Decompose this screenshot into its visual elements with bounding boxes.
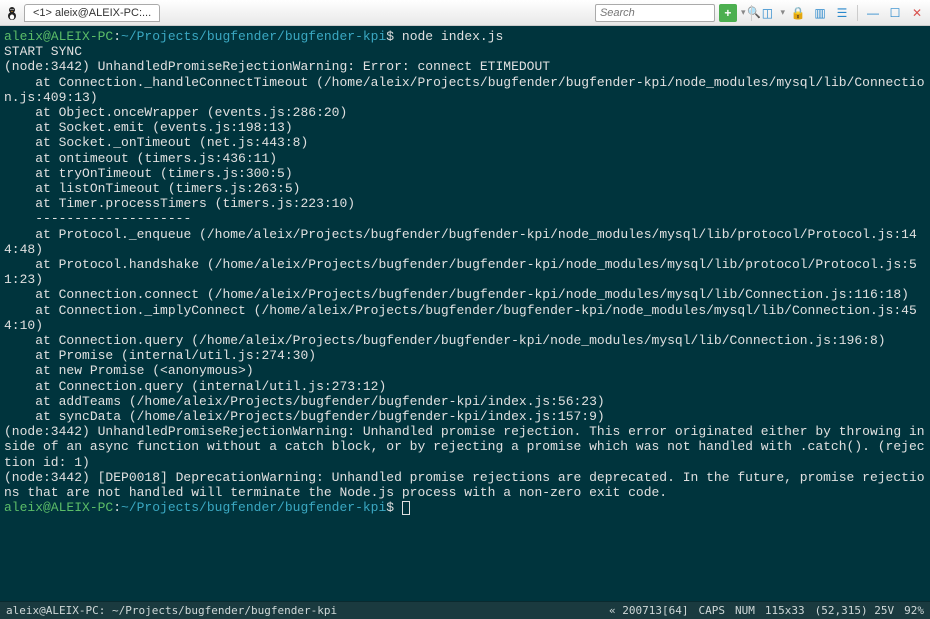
prompt-path: ~/Projects/bugfender/bugfender-kpi xyxy=(121,29,386,44)
window-titlebar: <1> aleix@ALEIX-PC:... 🔍 + ▾ ◫ ▾ 🔒 ▥ ☰ —… xyxy=(0,0,930,26)
tab-label: <1> aleix@ALEIX-PC:... xyxy=(33,7,151,19)
status-percent: 92% xyxy=(904,604,924,617)
prompt-symbol: $ xyxy=(386,500,394,515)
minimize-button[interactable]: — xyxy=(864,4,882,22)
prompt-user: aleix@ALEIX-PC xyxy=(4,29,113,44)
window-tab[interactable]: <1> aleix@ALEIX-PC:... xyxy=(24,4,160,22)
prompt-symbol: $ xyxy=(386,29,394,44)
search-box[interactable]: 🔍 xyxy=(595,4,715,22)
status-num: NUM xyxy=(735,604,755,617)
dropdown-icon[interactable]: ▾ xyxy=(780,7,785,18)
prompt-sep: : xyxy=(113,29,121,44)
status-bar: aleix@ALEIX-PC: ~/Projects/bugfender/bug… xyxy=(0,601,930,619)
prompt-sep: : xyxy=(113,500,121,515)
dropdown-icon[interactable]: ▾ xyxy=(741,7,746,18)
command-text: node index.js xyxy=(402,29,503,44)
new-tab-button[interactable]: + xyxy=(719,4,737,22)
split-button[interactable]: ◫ xyxy=(758,4,776,22)
list-button[interactable]: ☰ xyxy=(833,4,851,22)
status-buffer: « 200713[64] xyxy=(609,604,688,617)
terminal-output[interactable]: aleix@ALEIX-PC:~/Projects/bugfender/bugf… xyxy=(0,26,930,601)
lock-button[interactable]: 🔒 xyxy=(789,4,807,22)
app-icon xyxy=(4,5,20,21)
status-path: aleix@ALEIX-PC: ~/Projects/bugfender/bug… xyxy=(6,604,599,617)
status-size: 115x33 xyxy=(765,604,805,617)
prompt-path: ~/Projects/bugfender/bugfender-kpi xyxy=(121,500,386,515)
output-lines: START SYNC (node:3442) UnhandledPromiseR… xyxy=(4,44,925,500)
prompt-user: aleix@ALEIX-PC xyxy=(4,500,113,515)
close-button[interactable]: ✕ xyxy=(908,4,926,22)
cursor xyxy=(402,501,410,515)
maximize-button[interactable]: ☐ xyxy=(886,4,904,22)
status-pos: (52,315) 25V xyxy=(815,604,894,617)
status-caps: CAPS xyxy=(699,604,726,617)
panel-button[interactable]: ▥ xyxy=(811,4,829,22)
